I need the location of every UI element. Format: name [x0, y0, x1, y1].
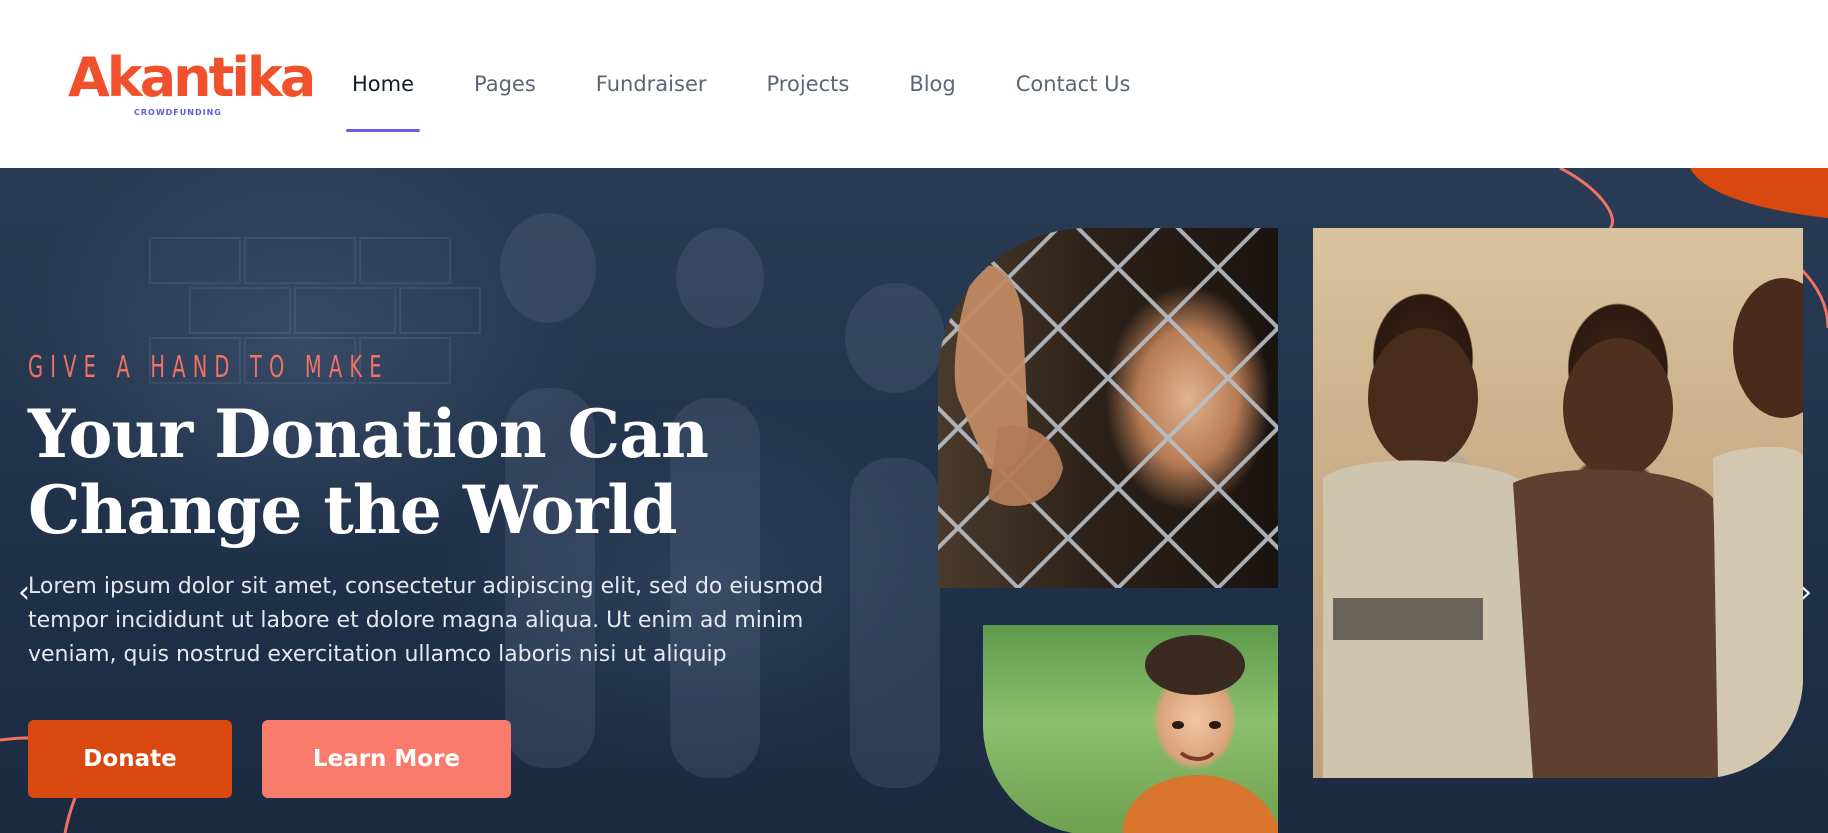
hero-title: Your Donation Can Change the World	[28, 395, 709, 549]
smiling-child-photo	[983, 625, 1278, 833]
main-nav: Home Pages Fundraiser Projects Blog Cont…	[345, 0, 1190, 168]
nav-item-contact-us[interactable]: Contact Us	[1016, 0, 1131, 168]
hero-eyebrow: GIVE A HAND TO MAKE	[28, 350, 389, 385]
brand-name: Akantika	[68, 46, 316, 109]
learn-more-button[interactable]: Learn More	[262, 720, 511, 798]
chain-link-fence-graphic	[938, 228, 1278, 588]
hero-banner: GIVE A HAND TO MAKE Your Donation Can Ch…	[0, 168, 1828, 833]
nav-item-projects[interactable]: Projects	[767, 0, 850, 168]
site-header: Akantika CROWDFUNDING Home Pages Fundrai…	[0, 0, 1828, 168]
nav-item-blog[interactable]: Blog	[909, 0, 955, 168]
chevron-left-icon[interactable]: ‹	[18, 578, 30, 608]
nav-item-fundraiser[interactable]: Fundraiser	[596, 0, 707, 168]
child-figure-graphic	[1123, 635, 1278, 833]
kids-figures-graphic	[1323, 278, 1803, 778]
donate-button[interactable]: Donate	[28, 720, 232, 798]
brand-logo[interactable]: Akantika CROWDFUNDING	[68, 46, 316, 120]
nav-item-home[interactable]: Home	[345, 0, 421, 168]
hero-description: Lorem ipsum dolor sit amet, consectetur …	[28, 574, 824, 667]
nav-item-pages[interactable]: Pages	[474, 0, 536, 168]
fence-girl-photo	[938, 228, 1278, 588]
three-kids-photo	[1313, 228, 1803, 778]
brand-tagline: CROWDFUNDING	[134, 108, 222, 117]
